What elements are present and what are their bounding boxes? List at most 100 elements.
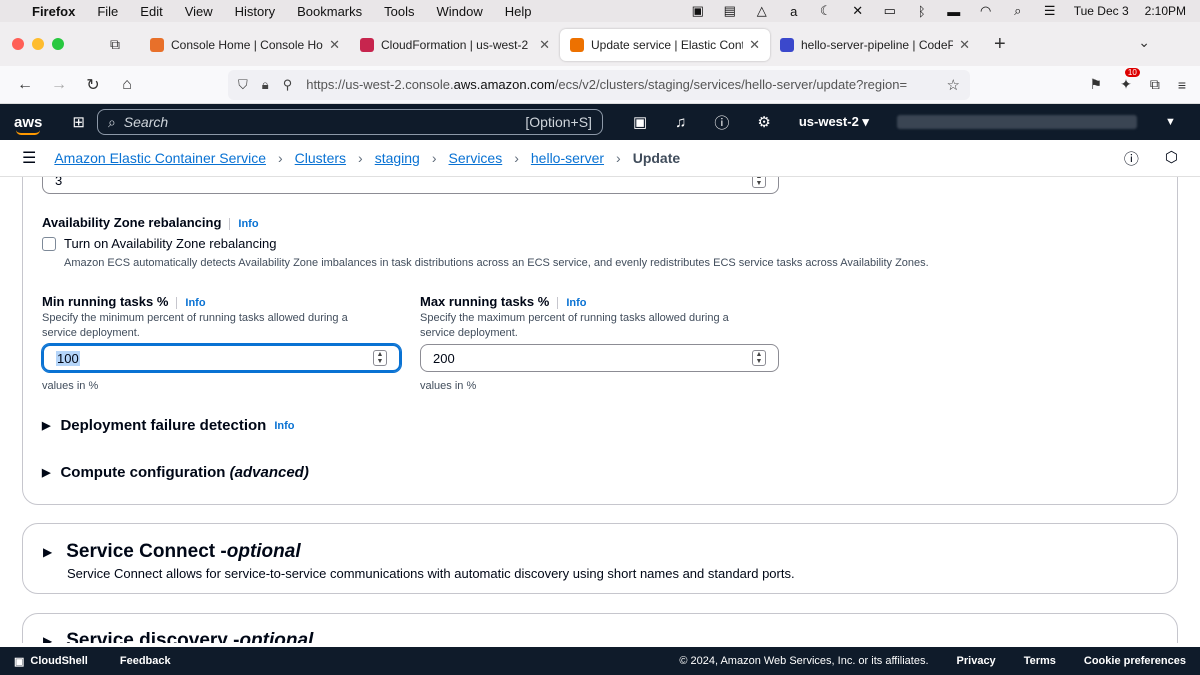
- tab-codepipeline[interactable]: hello-server-pipeline | CodePipe ✕: [770, 29, 980, 61]
- wifi-icon[interactable]: ◠: [978, 3, 994, 19]
- deployment-options-card: 3 ▲▼ Availability Zone rebalancing Info T…: [22, 177, 1178, 505]
- close-tab-icon[interactable]: ✕: [749, 37, 760, 53]
- back-icon[interactable]: ←: [14, 76, 36, 94]
- az-rebalancing-checkbox[interactable]: [42, 236, 56, 251]
- min-tasks-info-link[interactable]: Info: [176, 297, 206, 309]
- chevron-right-icon: ›: [616, 150, 621, 166]
- privacy-link[interactable]: Privacy: [957, 655, 996, 667]
- control-center-icon[interactable]: ☰: [1042, 3, 1058, 19]
- feedback-link[interactable]: Feedback: [120, 655, 171, 667]
- close-tab-icon[interactable]: ✕: [329, 37, 340, 53]
- breadcrumb-staging[interactable]: staging: [375, 150, 420, 166]
- zoom-window-button[interactable]: [52, 38, 64, 50]
- menu-tools[interactable]: Tools: [384, 4, 414, 19]
- hamburger-menu-icon[interactable]: ☰: [22, 148, 36, 168]
- service-connect-optional: optional: [226, 541, 301, 562]
- service-connect-expander[interactable]: ▶ Service Connect - optional: [43, 541, 301, 563]
- caret-right-icon: ▶: [42, 420, 51, 432]
- url-bar[interactable]: ⛉ 🔒︎ ⚲ https://us-west-2.console.aws.ama…: [228, 69, 970, 100]
- az-rebalancing-checkbox-label[interactable]: Turn on Availability Zone rebalancing: [64, 236, 276, 251]
- menu-window[interactable]: Window: [437, 4, 483, 19]
- tab-overview-icon[interactable]: ⧉: [110, 36, 120, 53]
- menu-view[interactable]: View: [185, 4, 213, 19]
- compute-config-suffix: (advanced): [229, 464, 309, 481]
- max-tasks-input[interactable]: 200 ▲ ▼: [420, 344, 779, 372]
- tab-cloudformation[interactable]: CloudFormation | us-west-2 ✕: [350, 29, 560, 61]
- cloudshell-icon[interactable]: ▣: [633, 113, 647, 131]
- menubar-date[interactable]: Tue Dec 3: [1074, 4, 1129, 18]
- aws-logo-icon[interactable]: aws: [14, 114, 42, 135]
- bookmark-star-icon[interactable]: ☆: [947, 76, 960, 94]
- deployment-failure-info-link[interactable]: Info: [274, 420, 294, 432]
- menu-edit[interactable]: Edit: [140, 4, 162, 19]
- puzzle-icon[interactable]: ⧉: [1150, 76, 1160, 93]
- spinner-icon[interactable]: ▲▼: [752, 350, 766, 366]
- close-tab-icon[interactable]: ✕: [539, 37, 550, 53]
- services-grid-icon[interactable]: ⊞: [72, 113, 85, 131]
- az-rebalancing-info-link[interactable]: Info: [229, 218, 259, 230]
- account-chevron-icon[interactable]: ▼: [1165, 116, 1176, 128]
- deployment-failure-expander[interactable]: ▶ Deployment failure detection Info: [42, 417, 295, 434]
- help-icon[interactable]: ⓘ: [714, 112, 729, 133]
- mute-icon[interactable]: ✕: [850, 3, 866, 19]
- close-tab-icon[interactable]: ✕: [959, 37, 970, 53]
- desired-tasks-input[interactable]: 3 ▲▼: [42, 177, 779, 194]
- breadcrumb-hello-server[interactable]: hello-server: [531, 150, 604, 166]
- tab-title: hello-server-pipeline | CodePipe: [801, 38, 954, 52]
- shield-icon[interactable]: ⛉: [238, 77, 248, 93]
- spotlight-icon[interactable]: ⌕: [1010, 3, 1026, 19]
- new-tab-icon[interactable]: +: [994, 33, 1006, 56]
- extension-icon[interactable]: ⚑: [1090, 76, 1103, 93]
- menu-file[interactable]: File: [97, 4, 118, 19]
- moon-icon[interactable]: ☾: [818, 3, 834, 19]
- breadcrumb-services[interactable]: Services: [449, 150, 503, 166]
- display-icon[interactable]: ▭: [882, 3, 898, 19]
- home-icon[interactable]: ⌂: [116, 76, 138, 94]
- chevron-right-icon: ›: [278, 150, 283, 166]
- breadcrumb-ecs[interactable]: Amazon Elastic Container Service: [54, 150, 266, 166]
- region-selector[interactable]: us-west-2 ▾: [799, 114, 869, 130]
- menu-bookmarks[interactable]: Bookmarks: [297, 4, 362, 19]
- tab-console-home[interactable]: Console Home | Console Home ✕: [140, 29, 350, 61]
- settings-gear-icon[interactable]: ⚙: [757, 113, 770, 131]
- close-window-button[interactable]: [12, 38, 24, 50]
- forward-icon[interactable]: →: [48, 76, 70, 94]
- compute-config-expander[interactable]: ▶ Compute configuration (advanced): [42, 464, 309, 481]
- bell-icon[interactable]: ♫: [675, 114, 686, 131]
- menu-help[interactable]: Help: [505, 4, 532, 19]
- reload-icon[interactable]: ↻: [82, 75, 104, 95]
- service-discovery-expander[interactable]: ▶ Service discovery - optional: [43, 630, 313, 643]
- battery-icon[interactable]: ▬: [946, 4, 962, 19]
- lock-icon[interactable]: 🔒︎: [262, 77, 269, 93]
- menubar-time[interactable]: 2:10PM: [1145, 4, 1186, 18]
- camera-icon[interactable]: ▣: [690, 3, 706, 19]
- account-menu-blurred[interactable]: [896, 115, 1137, 129]
- document-icon[interactable]: ▤: [722, 3, 738, 19]
- spinner-icon[interactable]: ▲▼: [373, 350, 387, 366]
- bluetooth-icon[interactable]: ᛒ: [914, 4, 930, 19]
- tab-update-service[interactable]: Update service | Elastic Contain ✕: [560, 29, 770, 61]
- codepipeline-favicon-icon: [780, 38, 794, 52]
- max-tasks-info-link[interactable]: Info: [557, 297, 587, 309]
- triangle-icon[interactable]: △: [754, 3, 770, 19]
- extension-badge-icon[interactable]: ✦ 10: [1120, 68, 1140, 93]
- az-rebalancing-checkbox-row[interactable]: Turn on Availability Zone rebalancing: [42, 236, 276, 251]
- info-panel-icon[interactable]: ⓘ: [1124, 148, 1139, 169]
- tab-title: Console Home | Console Home: [171, 38, 324, 52]
- menu-history[interactable]: History: [235, 4, 275, 19]
- breadcrumb-clusters[interactable]: Clusters: [295, 150, 346, 166]
- spinner-icon[interactable]: ▲▼: [752, 177, 766, 188]
- minimize-window-button[interactable]: [32, 38, 44, 50]
- amazon-icon[interactable]: a: [786, 4, 802, 19]
- menu-app-name[interactable]: Firefox: [32, 4, 75, 19]
- max-tasks-value: 200: [433, 350, 455, 366]
- permissions-icon[interactable]: ⚲: [283, 77, 293, 93]
- terms-link[interactable]: Terms: [1024, 655, 1056, 667]
- cookie-preferences-link[interactable]: Cookie preferences: [1084, 655, 1186, 667]
- cloudshell-footer-button[interactable]: ▣ CloudShell: [14, 655, 88, 668]
- min-tasks-input[interactable]: 100 ▲ ▼: [42, 344, 401, 372]
- chevron-down-icon[interactable]: ⌄: [1138, 34, 1150, 51]
- menu-icon[interactable]: ≡: [1178, 77, 1186, 93]
- aws-search-input[interactable]: ⌕ Search [Option+S]: [96, 109, 603, 135]
- notifications-panel-icon[interactable]: ⬡: [1165, 148, 1178, 169]
